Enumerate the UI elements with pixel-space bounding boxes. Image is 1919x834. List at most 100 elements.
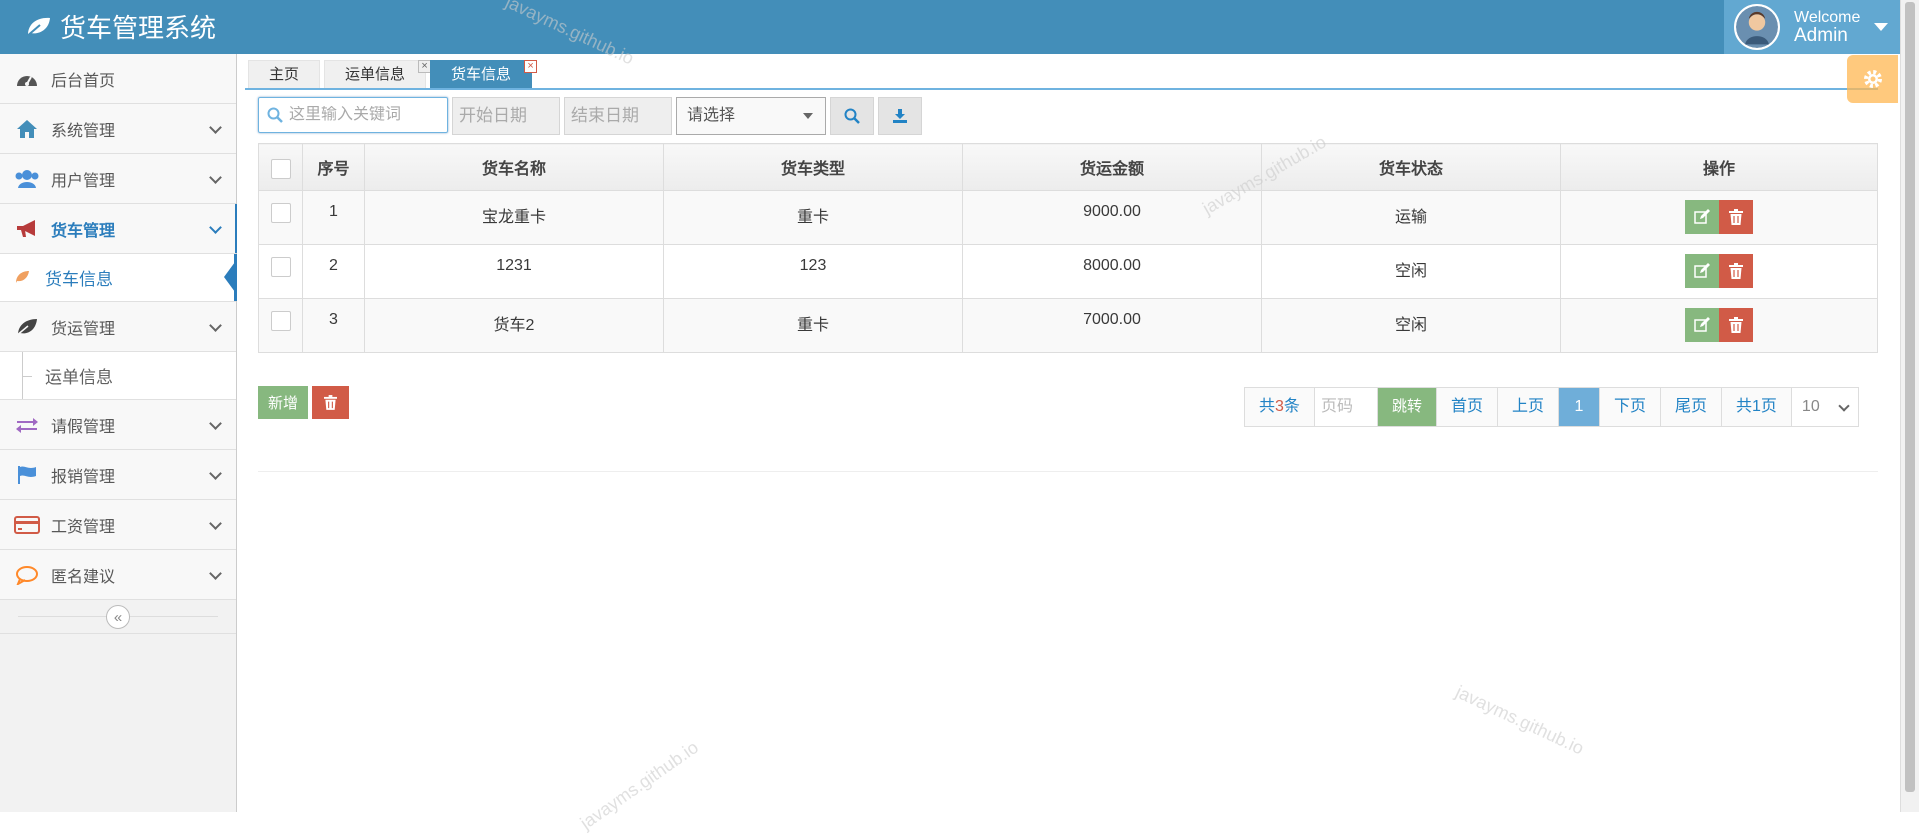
- trash-icon: [324, 395, 337, 410]
- app-title: 货车管理系统: [60, 13, 217, 43]
- end-date-input[interactable]: 结束日期: [564, 97, 672, 135]
- avatar: [1734, 4, 1780, 50]
- bulk-delete-button[interactable]: [312, 386, 349, 419]
- trash-icon: [1729, 263, 1743, 279]
- sidebar-item-reimburse[interactable]: 报销管理: [0, 450, 236, 500]
- page-size-value: 10: [1801, 398, 1820, 415]
- watermark: javayms.github.io: [576, 737, 702, 834]
- delete-button[interactable]: [1719, 254, 1753, 288]
- search-box: [258, 97, 448, 133]
- tab-underline: [245, 88, 1878, 90]
- caret-down-icon: [1874, 23, 1889, 31]
- edit-button[interactable]: [1685, 254, 1719, 288]
- double-chevron-left-icon[interactable]: «: [106, 605, 130, 629]
- jump-button[interactable]: 跳转: [1376, 387, 1437, 427]
- edit-button[interactable]: [1685, 200, 1719, 234]
- cell-truck-type: 123: [663, 244, 963, 299]
- delete-button[interactable]: [1719, 308, 1753, 342]
- add-button[interactable]: 新增: [258, 386, 308, 419]
- chevron-down-icon: [1838, 400, 1850, 412]
- first-page-button[interactable]: 首页: [1435, 387, 1498, 427]
- export-button[interactable]: [878, 97, 922, 135]
- total-prefix: 共: [1259, 398, 1276, 415]
- current-page[interactable]: 1: [1557, 387, 1600, 427]
- column-header[interactable]: 货车类型: [663, 143, 963, 191]
- table-row: 2 1231 123 8000.00 空闲: [258, 244, 1878, 299]
- close-icon[interactable]: ×: [524, 60, 538, 73]
- column-header[interactable]: 货车状态: [1261, 143, 1561, 191]
- leaf-icon: [14, 269, 30, 290]
- trash-icon: [1729, 209, 1743, 225]
- search-button[interactable]: [830, 97, 874, 135]
- settings-button[interactable]: [1847, 55, 1898, 103]
- sidebar-item-freight[interactable]: 货运管理: [0, 302, 236, 352]
- column-header[interactable]: 序号: [302, 143, 365, 191]
- trash-icon: [1729, 317, 1743, 333]
- edit-button[interactable]: [1685, 308, 1719, 342]
- search-input[interactable]: [289, 106, 439, 124]
- cell-truck-status: 空闲: [1261, 298, 1561, 353]
- select-all-checkbox[interactable]: [270, 159, 291, 179]
- column-header[interactable]: 货车名称: [364, 143, 664, 191]
- sidebar-item-trucks[interactable]: 货车管理: [0, 204, 237, 254]
- cell-actions: [1560, 244, 1878, 299]
- sidebar-item-leave[interactable]: 请假管理: [0, 400, 236, 450]
- brand[interactable]: 货车管理系统: [24, 8, 216, 45]
- chevron-down-icon: [209, 517, 222, 530]
- sidebar-item-users[interactable]: 用户管理: [0, 154, 236, 204]
- sidebar-subitem-waybill[interactable]: 运单信息: [0, 352, 236, 400]
- user-menu[interactable]: Welcome Admin: [1724, 0, 1900, 54]
- caret-down-icon: [803, 113, 813, 119]
- tab-waybill[interactable]: 运单信息 ×: [324, 60, 432, 89]
- sidebar-item-salary[interactable]: 工资管理: [0, 500, 236, 550]
- total-count: 3: [1275, 398, 1284, 415]
- sidebar-item-system[interactable]: 系统管理: [0, 104, 236, 154]
- bulk-actions: 新增: [258, 386, 349, 419]
- row-select-cell: [258, 190, 303, 245]
- divider: [258, 471, 1878, 472]
- row-checkbox[interactable]: [270, 203, 291, 223]
- search-icon: [844, 108, 860, 124]
- sidebar-item-label: 货运管理: [51, 320, 116, 338]
- chevron-down-icon: [209, 171, 222, 184]
- total-pages: 共1页: [1721, 387, 1792, 427]
- delete-button[interactable]: [1719, 200, 1753, 234]
- status-select[interactable]: 请选择: [676, 97, 826, 135]
- row-select-cell: [258, 244, 303, 299]
- cell-actions: [1560, 298, 1878, 353]
- row-checkbox[interactable]: [270, 257, 291, 277]
- sidebar-item-label: 货车信息: [45, 270, 113, 289]
- sidebar-subitem-truck-info[interactable]: 货车信息: [0, 254, 237, 302]
- prev-page-button[interactable]: 上页: [1496, 387, 1559, 427]
- users-icon: [13, 168, 41, 190]
- row-checkbox[interactable]: [270, 311, 291, 331]
- cell-index: 3: [302, 298, 365, 353]
- cell-truck-name: 1231: [364, 244, 664, 299]
- start-date-input[interactable]: 开始日期: [452, 97, 560, 135]
- next-page-button[interactable]: 下页: [1598, 387, 1661, 427]
- sidebar-item-label: 系统管理: [51, 122, 116, 140]
- total-records: 共3条: [1244, 387, 1315, 427]
- select-value: 请选择: [687, 107, 736, 124]
- sidebar-item-label: 用户管理: [51, 172, 116, 190]
- scrollbar[interactable]: [1900, 0, 1919, 812]
- last-page-button[interactable]: 尾页: [1660, 387, 1723, 427]
- cell-truck-status: 空闲: [1261, 244, 1561, 299]
- scrollbar-thumb[interactable]: [1905, 2, 1915, 792]
- chevron-down-icon: [209, 221, 222, 234]
- sidebar-item-suggestion[interactable]: 匿名建议: [0, 550, 236, 600]
- page-size-select[interactable]: 10: [1790, 387, 1859, 427]
- sidebar-item-dashboard[interactable]: 后台首页: [0, 54, 236, 104]
- truck-table: 序号 货车名称 货车类型 货运金额 货车状态 操作 1 宝龙重卡 重卡 9000…: [258, 143, 1878, 353]
- home-icon: [13, 118, 41, 140]
- cell-truck-name: 宝龙重卡: [364, 190, 664, 245]
- tab-home[interactable]: 主页: [248, 60, 321, 89]
- edit-icon: [1694, 209, 1710, 224]
- column-header[interactable]: 货运金额: [962, 143, 1262, 191]
- tab-truck-info[interactable]: 货车信息 ×: [430, 60, 538, 89]
- tab-label: 主页: [269, 66, 300, 83]
- row-select-cell: [258, 298, 303, 353]
- exchange-icon: [13, 414, 41, 436]
- page-number-input[interactable]: 页码: [1313, 387, 1378, 427]
- column-header: 操作: [1560, 143, 1878, 191]
